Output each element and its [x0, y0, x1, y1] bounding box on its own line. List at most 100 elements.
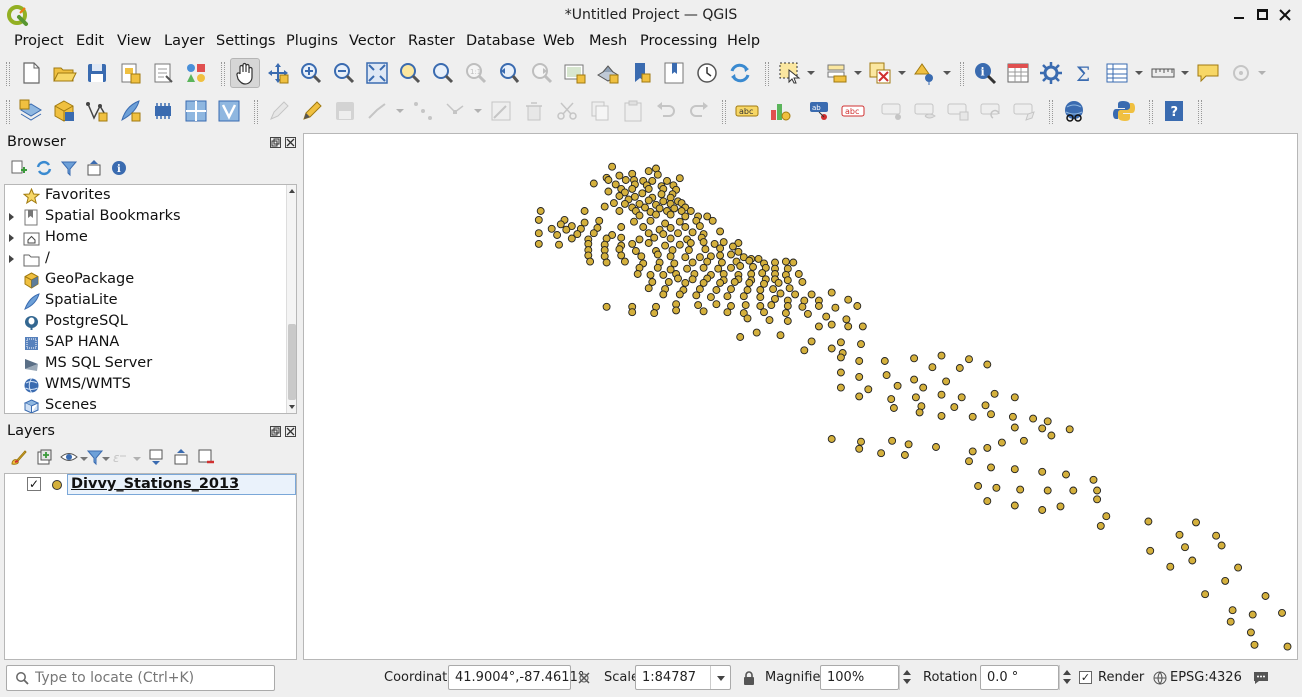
- map-tips-button[interactable]: [1195, 60, 1221, 86]
- locator-input[interactable]: [35, 669, 265, 687]
- manage-visibility-button[interactable]: [60, 448, 78, 466]
- style-manager-button[interactable]: [183, 60, 209, 86]
- toolbox-button[interactable]: [1038, 60, 1064, 86]
- station-point[interactable]: [681, 278, 690, 287]
- metasearch-button[interactable]: [1061, 98, 1087, 124]
- station-point[interactable]: [620, 199, 629, 208]
- minimize-button[interactable]: [1231, 6, 1247, 24]
- digitize-line-button[interactable]: [365, 98, 391, 124]
- temporal-controller-button[interactable]: [694, 60, 720, 86]
- statistics-button[interactable]: Σ: [1071, 60, 1097, 86]
- station-point[interactable]: [650, 233, 659, 242]
- new-bookmark-button[interactable]: [628, 60, 654, 86]
- new-map-view-button[interactable]: [562, 60, 588, 86]
- station-point[interactable]: [942, 377, 951, 386]
- pin-labels-button[interactable]: ab: [807, 98, 833, 124]
- menu-plugins[interactable]: Plugins: [286, 33, 338, 49]
- station-point[interactable]: [644, 284, 653, 293]
- zoom-out-button[interactable]: [331, 60, 357, 86]
- station-point[interactable]: [661, 241, 670, 250]
- station-point[interactable]: [674, 229, 682, 238]
- station-point[interactable]: [955, 364, 964, 372]
- station-point[interactable]: [836, 368, 845, 377]
- station-point[interactable]: [814, 302, 823, 310]
- toolbar-grip[interactable]: [765, 62, 769, 86]
- station-point[interactable]: [681, 253, 690, 262]
- station-point[interactable]: [695, 253, 704, 262]
- station-point[interactable]: [562, 225, 571, 234]
- station-point[interactable]: [965, 457, 973, 466]
- station-point[interactable]: [771, 294, 779, 303]
- station-point[interactable]: [646, 216, 655, 225]
- station-point[interactable]: [983, 360, 992, 369]
- station-point[interactable]: [1212, 531, 1221, 540]
- station-point[interactable]: [798, 302, 807, 311]
- station-point[interactable]: [727, 285, 735, 294]
- station-point[interactable]: [743, 286, 752, 294]
- deselect-dropdown[interactable]: [898, 71, 906, 75]
- station-point[interactable]: [653, 250, 662, 259]
- station-point[interactable]: [688, 275, 697, 284]
- station-point[interactable]: [968, 447, 977, 456]
- station-point[interactable]: [1056, 502, 1065, 511]
- station-point[interactable]: [716, 244, 725, 253]
- station-point[interactable]: [716, 251, 725, 260]
- station-point[interactable]: [652, 210, 660, 219]
- station-point[interactable]: [783, 276, 792, 285]
- station-point[interactable]: [783, 302, 792, 310]
- add-group-button[interactable]: [35, 448, 53, 466]
- station-point[interactable]: [1226, 617, 1235, 626]
- render-checkbox[interactable]: ✓: [1079, 671, 1092, 684]
- spin-down-icon[interactable]: [903, 679, 911, 684]
- undo-button[interactable]: [653, 98, 679, 124]
- rotation-field[interactable]: 0.0 °: [980, 665, 1059, 690]
- pan-to-selection-button[interactable]: [265, 60, 291, 86]
- station-point[interactable]: [644, 239, 653, 247]
- station-point[interactable]: [785, 284, 794, 293]
- station-point[interactable]: [635, 211, 644, 220]
- map-canvas[interactable]: [303, 133, 1298, 660]
- menu-web[interactable]: Web: [543, 33, 575, 49]
- station-point[interactable]: [672, 306, 681, 315]
- station-point[interactable]: [765, 316, 774, 325]
- station-point[interactable]: [1261, 592, 1270, 600]
- station-point[interactable]: [663, 176, 671, 185]
- station-point[interactable]: [827, 435, 836, 443]
- station-point[interactable]: [1010, 393, 1019, 402]
- station-point[interactable]: [1010, 465, 1019, 474]
- station-point[interactable]: [686, 207, 695, 215]
- station-point[interactable]: [712, 286, 721, 294]
- station-point[interactable]: [683, 264, 692, 273]
- station-point[interactable]: [803, 309, 812, 318]
- expand-all-button[interactable]: [147, 448, 165, 466]
- pan-map-button[interactable]: [230, 58, 260, 88]
- station-point[interactable]: [556, 220, 565, 229]
- station-point[interactable]: [1062, 470, 1070, 479]
- station-point[interactable]: [827, 288, 836, 297]
- station-point[interactable]: [900, 451, 909, 459]
- station-point[interactable]: [534, 239, 543, 248]
- station-point[interactable]: [745, 256, 754, 265]
- toggle-editing-button[interactable]: [299, 98, 325, 124]
- help-contents-button[interactable]: ?: [1161, 98, 1187, 124]
- station-point[interactable]: [580, 218, 589, 227]
- coordinate-field[interactable]: 41.9004°,-87.4611°: [448, 665, 584, 690]
- station-point[interactable]: [670, 259, 679, 268]
- browser-scrollbar[interactable]: [286, 185, 296, 413]
- spin-up-icon[interactable]: [903, 670, 911, 675]
- vertex-tool-button[interactable]: [410, 98, 436, 124]
- locate-button[interactable]: [1228, 60, 1254, 86]
- new-project-button[interactable]: [18, 60, 44, 86]
- station-point[interactable]: [1248, 610, 1257, 619]
- scale-combobox[interactable]: 1:84787: [635, 665, 731, 690]
- expand-arrow-icon[interactable]: [9, 234, 14, 242]
- toolbar-grip[interactable]: [1198, 100, 1202, 124]
- station-point[interactable]: [827, 344, 836, 353]
- maximize-button[interactable]: [1254, 6, 1270, 24]
- station-point[interactable]: [807, 337, 816, 346]
- station-point[interactable]: [657, 190, 666, 199]
- station-point[interactable]: [983, 443, 992, 452]
- station-point[interactable]: [983, 497, 992, 506]
- station-point[interactable]: [666, 223, 675, 232]
- station-point[interactable]: [937, 351, 946, 360]
